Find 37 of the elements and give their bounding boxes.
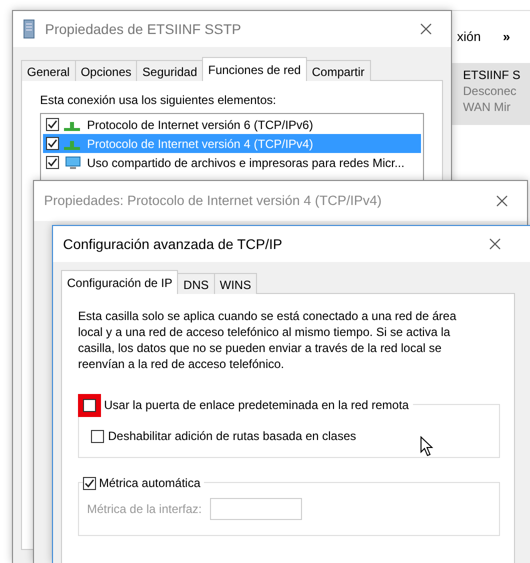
close-icon [420, 23, 432, 35]
tab[interactable]: Configuración de IP [61, 270, 178, 294]
components-label: Esta conexión usa los siguientes elementos: [40, 92, 278, 109]
network-adapter-icon [23, 19, 35, 39]
checkbox[interactable] [46, 156, 59, 169]
field-label: Métrica de la interfaz: [87, 501, 202, 518]
window-title: Configuración avanzada de TCP/IP [63, 234, 282, 254]
tab[interactable]: WINS [214, 273, 258, 294]
tab[interactable]: Compartir [306, 60, 371, 81]
close-icon [489, 238, 501, 250]
tab[interactable]: Funciones de red [202, 57, 307, 81]
checkbox-label: Métrica automática [99, 475, 200, 492]
computer-icon [63, 156, 81, 170]
window-title: Propiedades: Protocolo de Internet versión 4 (TCP/IPv4) [44, 192, 382, 210]
checkbox[interactable] [83, 398, 96, 412]
checkbox-label: Deshabilitar adición de rutas basada en clases [108, 428, 356, 445]
tab[interactable]: Opciones [74, 60, 138, 81]
checkbox[interactable] [46, 118, 59, 131]
checkbox[interactable] [46, 137, 59, 150]
tab[interactable]: DNS [177, 273, 215, 294]
connection-name: ETSIINF S [463, 67, 522, 83]
checkbox[interactable] [83, 476, 96, 490]
connection-item[interactable]: ETSIINF S Desconec WAN Mir [449, 63, 530, 125]
more-button[interactable]: » [502, 27, 510, 47]
connection-status: Desconec [463, 83, 518, 99]
close-icon [496, 195, 508, 207]
checkbox[interactable] [91, 430, 104, 442]
list-item[interactable]: Protocolo de Internet versión 6 (TCP/IPv6) [43, 115, 421, 134]
list-item[interactable]: Uso compartido de archivos e impresoras para redes Micr... [43, 153, 421, 172]
tab[interactable]: General [21, 60, 76, 81]
checkbox-label: Usar la puerta de enlace predeteminada en la red remota [104, 397, 409, 414]
mouse-cursor-icon [420, 436, 434, 457]
connection-device: WAN Mir [463, 99, 512, 115]
tab[interactable]: Seguridad [136, 60, 204, 81]
description-text: Esta casilla solo se aplica cuando se está conectado a una red de área local y a una red de acceso telefónico al mismo tiempo. Si se activa la casilla, los datos que no se pueden enviar a través de la red local se reenvían a la red de acceso telefónico. [78, 308, 458, 372]
toolbar-text: xión [457, 28, 481, 46]
window-title: Propiedades de ETSIINF SSTP [45, 20, 242, 39]
